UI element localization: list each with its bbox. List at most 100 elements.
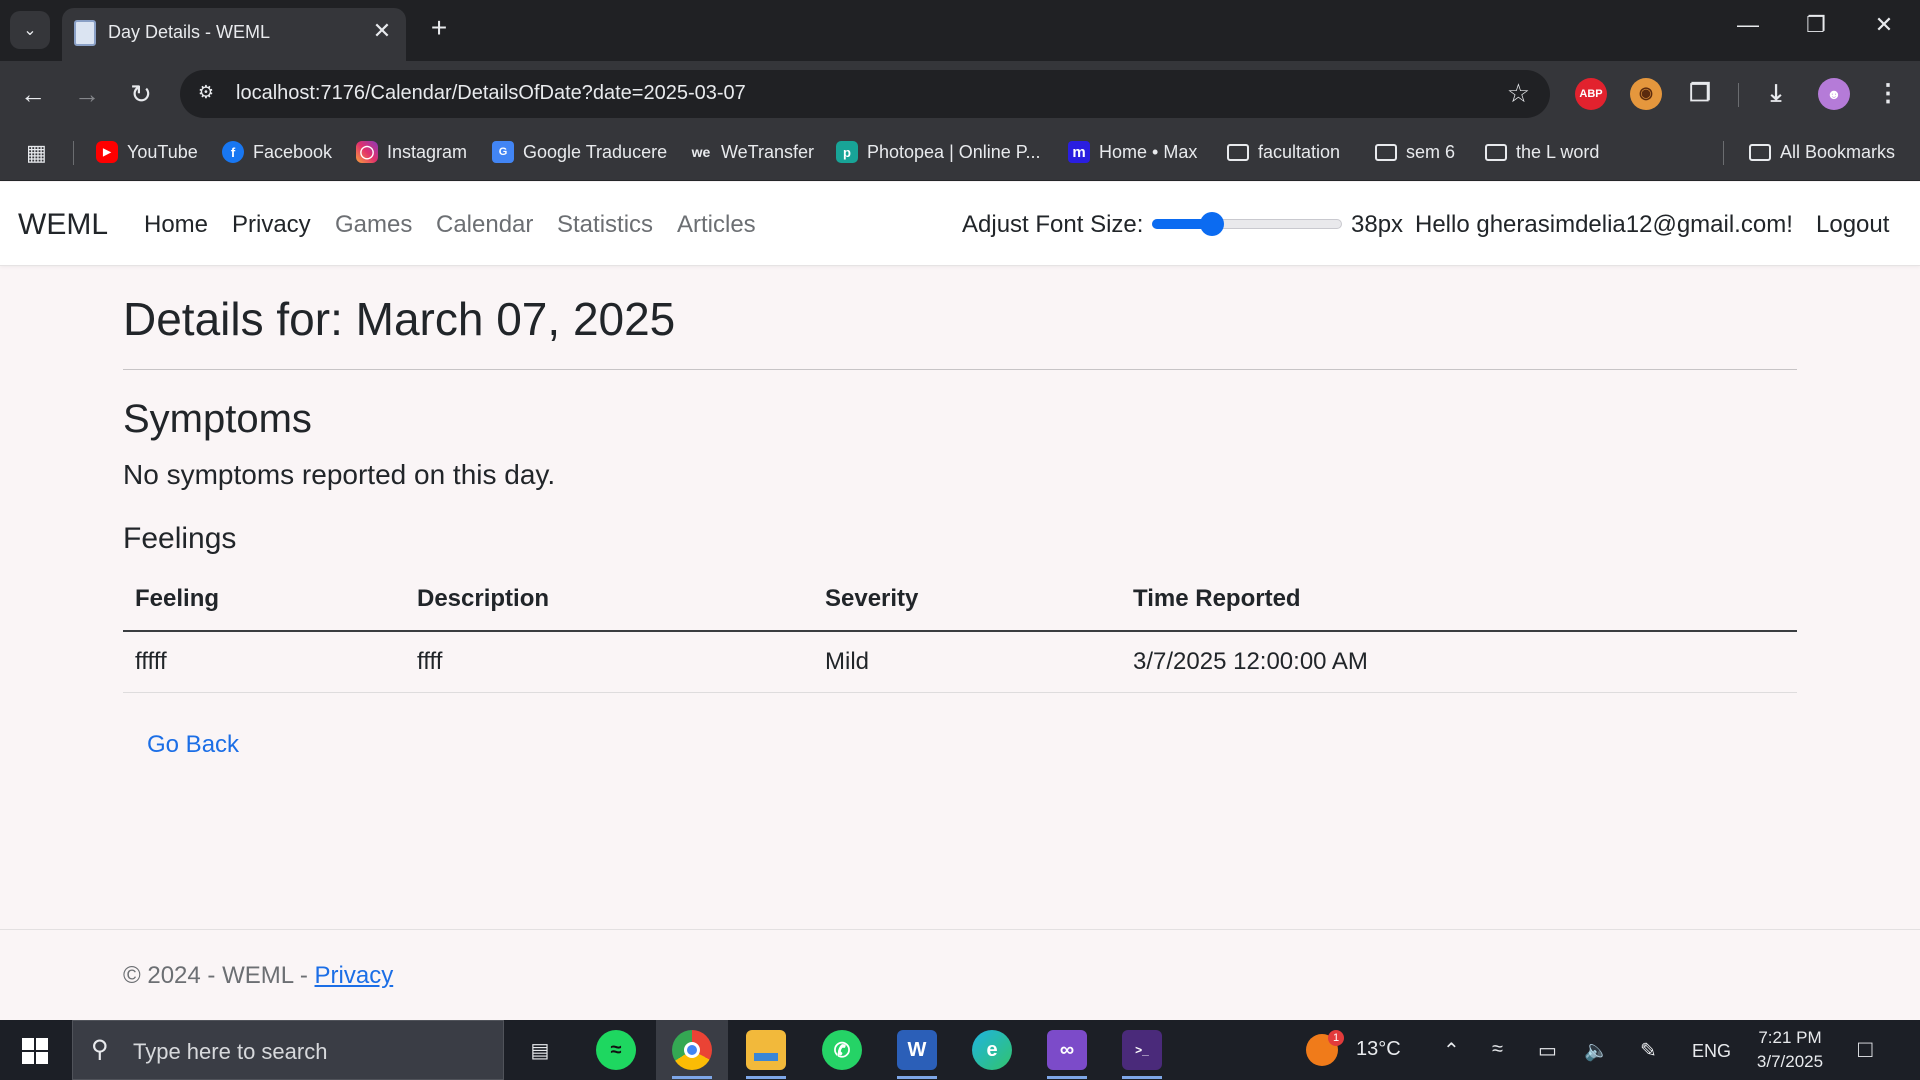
reload-icon[interactable]: ↻ <box>122 75 160 113</box>
table-cell-time-reported: 3/7/2025 12:00:00 AM <box>1133 648 1368 675</box>
table-cell-description: ffff <box>417 648 443 675</box>
restore-button[interactable]: ❐ <box>1796 12 1836 38</box>
footer: © 2024 - WEML - Privacy <box>123 962 393 990</box>
language-indicator[interactable]: ENG <box>1692 1041 1731 1062</box>
battery-icon[interactable]: ▭ <box>1538 1038 1557 1063</box>
chrome-icon[interactable] <box>672 1030 712 1070</box>
bookmark-label: Google Traducere <box>523 141 668 162</box>
folder-icon <box>1227 143 1249 161</box>
bookmark-youtube[interactable]: ▶ YouTube <box>96 137 198 167</box>
nav-privacy[interactable]: Privacy <box>232 211 311 239</box>
word-icon[interactable]: W <box>897 1030 937 1070</box>
weather-badge: 1 <box>1328 1030 1344 1046</box>
back-arrow-icon[interactable]: ← <box>14 75 52 113</box>
font-size-slider[interactable] <box>1152 212 1342 236</box>
weather-temperature[interactable]: 13°C <box>1356 1038 1401 1061</box>
explorer-running-indicator <box>746 1076 786 1079</box>
browser-tab-active[interactable]: Day Details - WEML ✕ <box>62 8 406 61</box>
search-placeholder: Type here to search <box>133 1039 328 1064</box>
symptoms-heading: Symptoms <box>123 397 312 441</box>
notifications-icon[interactable]: □ <box>1858 1036 1873 1064</box>
youtube-icon: ▶ <box>96 141 118 163</box>
column-header-feeling: Feeling <box>135 585 220 612</box>
footer-copyright: © 2024 - WEML - <box>123 962 315 989</box>
close-window-button[interactable]: ✕ <box>1864 12 1904 38</box>
wetransfer-icon: we <box>691 144 711 160</box>
visual-studio-icon[interactable]: ∞ <box>1047 1030 1087 1070</box>
url-text[interactable]: localhost:7176/Calendar/DetailsOfDate?da… <box>236 82 746 105</box>
bookmark-label: YouTube <box>127 141 198 162</box>
chevron-down-icon: ⌄ <box>23 22 37 39</box>
facebook-icon: f <box>222 141 244 163</box>
vs-running-indicator <box>1047 1076 1087 1079</box>
extensions-puzzle-icon[interactable]: ❐ <box>1684 78 1716 110</box>
bookmark-max[interactable]: m Home • Max <box>1068 137 1197 167</box>
bookmark-label: Instagram <box>387 141 468 162</box>
file-explorer-icon[interactable] <box>746 1030 786 1070</box>
web-page: WEML Home Privacy Games Calendar Statist… <box>0 182 1920 1020</box>
volume-icon[interactable]: 🔈 <box>1584 1038 1609 1063</box>
adblock-extension-icon[interactable]: ABP <box>1575 78 1607 110</box>
profile-avatar[interactable]: ☻ <box>1818 78 1850 110</box>
folder-icon <box>1485 143 1507 161</box>
nav-statistics[interactable]: Statistics <box>557 211 653 239</box>
whatsapp-icon[interactable]: ✆ <box>822 1030 862 1070</box>
table-cell-severity: Mild <box>825 648 870 675</box>
slider-thumb[interactable] <box>1200 212 1225 236</box>
tampermonkey-extension-icon[interactable]: ◉ <box>1630 78 1662 110</box>
close-tab-icon[interactable]: ✕ <box>370 18 394 44</box>
forward-arrow-icon[interactable]: → <box>68 75 106 113</box>
all-bookmarks[interactable]: All Bookmarks <box>1749 137 1895 167</box>
bookmark-folder-facultation[interactable]: facultation <box>1227 137 1340 167</box>
kebab-menu-icon[interactable]: ⋮ <box>1872 78 1904 110</box>
bookmark-label: facultation <box>1258 141 1341 162</box>
edge-icon[interactable]: e <box>972 1030 1012 1070</box>
chevron-up-icon[interactable]: ⌃ <box>1443 1038 1460 1063</box>
task-view-icon[interactable]: ▤ <box>520 1030 560 1070</box>
bookmark-wetransfer[interactable]: we WeTransfer <box>690 137 814 167</box>
table-header-divider <box>123 630 1797 632</box>
minimize-button[interactable]: — <box>1728 12 1768 38</box>
bookmarks-divider <box>73 141 74 165</box>
bookmark-folder-sem-6[interactable]: sem 6 <box>1375 137 1455 167</box>
no-symptoms-message: No symptoms reported on this day. <box>123 459 556 490</box>
go-back-link[interactable]: Go Back <box>147 731 239 759</box>
nav-home[interactable]: Home <box>144 211 208 239</box>
address-bar[interactable]: ⚙ localhost:7176/Calendar/DetailsOfDate?… <box>180 70 1550 118</box>
terminal-icon[interactable]: >_ <box>1122 1030 1162 1070</box>
system-clock[interactable]: 7:21 PM 3/7/2025 <box>1744 1026 1836 1074</box>
bookmark-star-icon[interactable]: ☆ <box>1507 78 1530 109</box>
bookmark-label: Photopea | Online P... <box>867 141 1041 162</box>
nav-calendar[interactable]: Calendar <box>436 211 533 239</box>
bookmark-instagram[interactable]: ◯ Instagram <box>356 137 467 167</box>
footer-privacy-link[interactable]: Privacy <box>315 962 394 989</box>
taskbar-search-box[interactable]: ⚲ Type here to search <box>72 1020 504 1080</box>
bookmark-facebook[interactable]: f Facebook <box>222 137 332 167</box>
tab-search-button[interactable]: ⌄ <box>10 11 50 49</box>
bookmark-google-translate[interactable]: G Google Traducere <box>492 137 667 167</box>
bookmarks-divider <box>1723 141 1724 165</box>
user-greeting[interactable]: Hello gherasimdelia12@gmail.com! <box>1415 211 1793 239</box>
apps-grid-icon[interactable]: ▦ <box>26 141 50 165</box>
nav-games[interactable]: Games <box>335 211 412 239</box>
nav-articles[interactable]: Articles <box>677 211 756 239</box>
pen-icon[interactable]: ✎ <box>1640 1038 1657 1063</box>
logout-button[interactable]: Logout <box>1816 211 1889 239</box>
page-title: Details for: March 07, 2025 <box>123 293 676 345</box>
spotify-icon[interactable]: ≈ <box>596 1030 636 1070</box>
wifi-icon[interactable]: ≈ <box>1492 1038 1503 1061</box>
brand-logo[interactable]: WEML <box>18 208 108 242</box>
bookmark-folder-the-l-word[interactable]: the L word <box>1485 137 1599 167</box>
photopea-icon: p <box>836 141 858 163</box>
new-tab-button[interactable]: + <box>424 12 454 44</box>
site-navbar: WEML Home Privacy Games Calendar Statist… <box>0 182 1920 266</box>
bookmark-photopea[interactable]: p Photopea | Online P... <box>836 137 1040 167</box>
footer-divider <box>0 929 1920 930</box>
font-size-value: 38px <box>1351 211 1404 238</box>
download-icon[interactable]: ⤓ <box>1760 78 1792 110</box>
feelings-heading: Feelings <box>123 522 237 555</box>
site-info-icon[interactable]: ⚙ <box>194 82 218 106</box>
word-running-indicator <box>897 1076 937 1079</box>
windows-start-icon[interactable] <box>22 1038 48 1064</box>
bookmarks-bar: ▦ ▶ YouTube f Facebook ◯ Instagram G Goo… <box>0 127 1920 181</box>
